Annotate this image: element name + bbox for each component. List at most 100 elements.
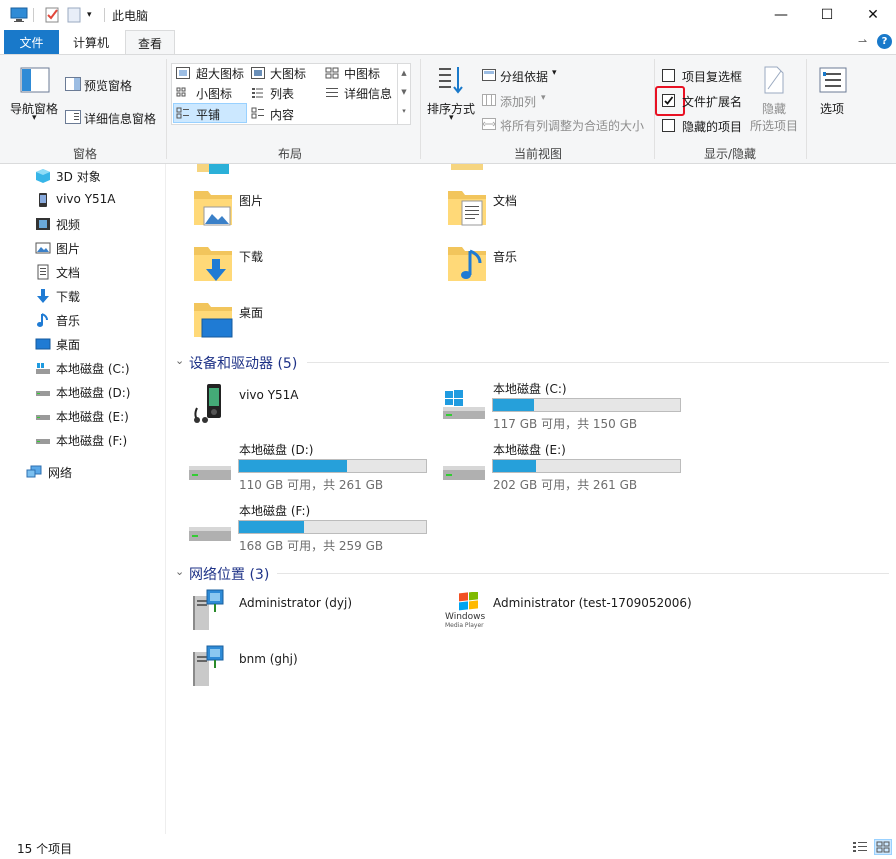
close-button[interactable]: ✕ [850, 0, 896, 30]
network-item-test[interactable]: Administrator (test-1709052006) [493, 596, 692, 610]
group-label-layout: 布局 [277, 147, 302, 161]
hidden-items-checkbox[interactable] [662, 119, 675, 132]
divider [806, 59, 807, 159]
layout-content[interactable]: 内容 [270, 106, 294, 123]
layout-small-icons[interactable]: 小图标 [196, 85, 232, 102]
computer-icon[interactable] [10, 7, 28, 23]
divider [33, 8, 34, 22]
add-columns-button[interactable]: 添加列 [500, 93, 536, 110]
download-icon [35, 288, 51, 304]
ribbon: 导航窗格 ▾ 预览窗格 详细信息窗格 窗格 超大图标 大图标 中图标 小图标 列… [0, 54, 896, 164]
minimize-button[interactable]: — [758, 0, 804, 30]
layout-gallery-scrollbar[interactable]: ▲ ▼ ▾ [397, 64, 410, 124]
hide-selected-button[interactable]: 隐藏 [762, 100, 786, 117]
chevron-down-icon[interactable]: ⌄ [175, 565, 184, 578]
folder-downloads[interactable] [192, 243, 234, 283]
nav-item-drive-d[interactable]: 本地磁盘 (D:) [0, 380, 166, 404]
drive-c-usage-fill [493, 399, 535, 411]
tab-view[interactable]: 查看 [125, 30, 175, 55]
layout-medium-icons[interactable]: 中图标 [344, 65, 380, 82]
highlight-box [655, 86, 685, 116]
chevron-down-icon[interactable]: ▾ [449, 113, 454, 123]
drive-icon [35, 384, 51, 400]
drive-e-label[interactable]: 本地磁盘 (E:) [493, 441, 566, 458]
pictures-icon [35, 240, 51, 256]
documents-icon [35, 264, 51, 280]
divider [420, 59, 421, 159]
item-checkboxes-checkbox[interactable] [662, 69, 675, 82]
folder-documents[interactable] [446, 187, 488, 227]
details-pane-icon [65, 110, 81, 124]
options-icon [819, 67, 847, 93]
item-count: 15 个项目 [17, 842, 73, 856]
folder-pictures[interactable] [192, 187, 234, 227]
group-by-button[interactable]: 分组依据 [500, 68, 548, 85]
tab-computer[interactable]: 计算机 [62, 30, 120, 54]
folder-desktop[interactable] [192, 299, 234, 339]
layout-tiles[interactable]: 平铺 [196, 106, 220, 123]
nav-item-pictures[interactable]: 图片 [0, 236, 166, 260]
options-button[interactable]: 选项 [820, 100, 844, 117]
chevron-down-icon[interactable]: ▾ [552, 68, 557, 78]
tab-file[interactable]: 文件 [4, 30, 59, 54]
wmp-logo-subtext: Media Player [445, 622, 484, 629]
nav-item-phone[interactable]: vivo Y51A [0, 188, 166, 212]
nav-item-drive-f[interactable]: 本地磁盘 (F:) [0, 428, 166, 452]
help-icon[interactable]: ? [877, 34, 892, 49]
chevron-down-icon[interactable]: ⌄ [175, 354, 184, 367]
layout-details[interactable]: 详细信息 [344, 85, 392, 102]
details-pane-button[interactable]: 详细信息窗格 [84, 110, 156, 127]
nav-item-network[interactable]: 网络 [0, 460, 166, 484]
folder-music-label: 音乐 [493, 250, 518, 264]
extra-large-icons-icon [176, 67, 190, 79]
large-icons-view-icon[interactable] [874, 839, 892, 855]
drive-e-icon [441, 456, 487, 490]
wmp-logo-text: Windows [445, 612, 486, 622]
nav-item-videos[interactable]: 视频 [0, 212, 166, 236]
list-icon [251, 87, 265, 99]
drive-icon [35, 432, 51, 448]
layout-list[interactable]: 列表 [270, 85, 294, 102]
nav-item-3d-objects[interactable]: 3D 对象 [0, 164, 166, 188]
folder-music[interactable] [446, 243, 488, 283]
details-view-icon[interactable] [852, 840, 868, 854]
layout-large-icons[interactable]: 大图标 [270, 65, 306, 82]
network-item-bnm[interactable]: bnm (ghj) [239, 652, 298, 666]
network-item-dyj[interactable]: Administrator (dyj) [239, 596, 352, 610]
nav-item-music[interactable]: 音乐 [0, 308, 166, 332]
folder-desktop-label: 桌面 [239, 306, 264, 320]
nav-item-desktop[interactable]: 桌面 [0, 332, 166, 356]
layout-extra-large-icons[interactable]: 超大图标 [196, 65, 244, 82]
nav-item-downloads[interactable]: 下载 [0, 284, 166, 308]
properties-icon[interactable] [44, 7, 60, 23]
chevron-down-icon[interactable]: ▾ [541, 93, 546, 103]
system-drive-icon [35, 360, 51, 376]
phone-device-label[interactable]: vivo Y51A [239, 388, 299, 402]
network-share-icon [189, 586, 233, 632]
folder-partial [451, 164, 483, 170]
chevron-down-icon[interactable]: ▾ [32, 113, 37, 123]
folder-documents-label: 文档 [493, 194, 518, 208]
size-all-columns-button[interactable]: 将所有列调整为合适的大小 [500, 117, 644, 134]
preview-pane-icon [65, 77, 81, 91]
nav-item-drive-e[interactable]: 本地磁盘 (E:) [0, 404, 166, 428]
quick-access-dropdown-icon[interactable]: ▾ [87, 10, 92, 20]
new-folder-icon[interactable] [67, 7, 81, 23]
drive-f-label[interactable]: 本地磁盘 (F:) [239, 502, 310, 519]
nav-item-drive-c[interactable]: 本地磁盘 (C:) [0, 356, 166, 380]
status-bar: 15 个项目 [0, 835, 896, 859]
drive-d-label[interactable]: 本地磁盘 (D:) [239, 441, 313, 458]
file-extensions-label: 文件扩展名 [682, 95, 743, 109]
drive-e-usage-fill [493, 460, 536, 472]
preview-pane-button[interactable]: 预览窗格 [84, 77, 132, 94]
nav-item-documents[interactable]: 文档 [0, 260, 166, 284]
windows-media-player-icon: Windows Media Player [443, 592, 487, 632]
drive-e-usage-bar [492, 459, 681, 473]
pin-ribbon-icon[interactable]: ⇀ [858, 35, 867, 48]
drive-d-icon [187, 456, 233, 490]
drive-c-label[interactable]: 本地磁盘 (C:) [493, 380, 567, 397]
devices-group-header[interactable]: 设备和驱动器 (5) [189, 353, 297, 373]
network-group-header[interactable]: 网络位置 (3) [189, 564, 269, 584]
maximize-button[interactable]: ☐ [804, 0, 850, 30]
phone-device-icon [189, 382, 233, 424]
